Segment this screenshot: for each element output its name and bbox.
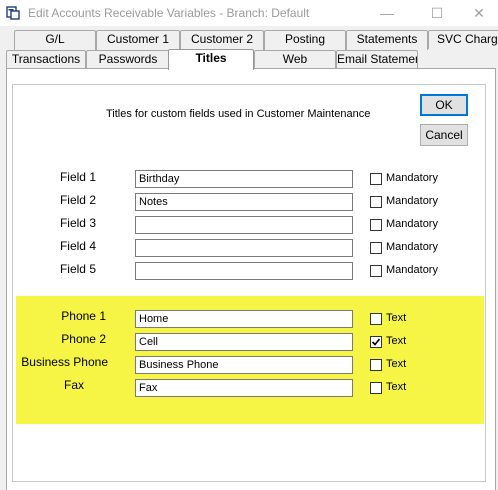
phone-1-text-checkbox[interactable]	[370, 313, 382, 325]
fax-label: Fax	[63, 378, 84, 392]
field-1-mandatory-checkbox[interactable]	[370, 173, 382, 185]
cancel-button[interactable]: Cancel	[420, 124, 468, 146]
field-4-mandatory-label: Mandatory	[386, 241, 438, 253]
business-phone-text-checkbox[interactable]	[370, 359, 382, 371]
field-4-label: Field 4	[59, 239, 96, 253]
field-5-mandatory-label: Mandatory	[386, 264, 438, 276]
field-3-input[interactable]	[135, 216, 353, 234]
phone-1-text-label: Text	[386, 312, 407, 324]
phone-1-label: Phone 1	[61, 309, 106, 323]
window-title: Edit Accounts Receivable Variables - Bra…	[28, 6, 310, 20]
fax-text-checkbox[interactable]	[370, 382, 382, 394]
phone-2-text-checkbox[interactable]	[370, 336, 382, 348]
tab-gl[interactable]: G/L	[14, 30, 96, 50]
field-3-mandatory-checkbox[interactable]	[370, 219, 382, 231]
field-2-mandatory-checkbox[interactable]	[370, 196, 382, 208]
field-1-label: Field 1	[59, 170, 96, 184]
field-3-label: Field 3	[59, 216, 96, 230]
ok-button[interactable]: OK	[420, 94, 468, 116]
tab-customer-2[interactable]: Customer 2	[180, 30, 264, 50]
tab-email-statement[interactable]: Email Statement	[336, 50, 418, 69]
fax-input[interactable]: Fax	[135, 379, 353, 397]
field-2-input[interactable]: Notes	[135, 193, 353, 211]
field-1-mandatory-label: Mandatory	[386, 172, 438, 184]
tab-titles[interactable]: Titles	[168, 49, 254, 70]
phone-2-text-label: Text	[386, 335, 407, 347]
field-2-mandatory-label: Mandatory	[386, 195, 438, 207]
checkmark-icon	[371, 338, 381, 346]
business-phone-text-label: Text	[386, 358, 407, 370]
title-bar: Edit Accounts Receivable Variables - Bra…	[0, 0, 498, 26]
tab-web[interactable]: Web	[254, 50, 336, 69]
field-4-input[interactable]	[135, 239, 353, 257]
tab-statements[interactable]: Statements	[346, 30, 428, 50]
business-phone-label: Business Phone	[21, 355, 108, 369]
tab-posting[interactable]: Posting	[264, 30, 346, 50]
field-2-label: Field 2	[59, 193, 96, 207]
tab-svc-charge[interactable]: SVC Charge	[428, 30, 498, 49]
business-phone-input[interactable]: Business Phone	[135, 356, 353, 374]
field-3-mandatory-label: Mandatory	[386, 218, 438, 230]
maximize-button[interactable]: ☐	[414, 0, 460, 26]
minimize-button[interactable]: —	[364, 0, 410, 26]
phone-1-input[interactable]: Home	[135, 310, 353, 328]
field-5-label: Field 5	[59, 262, 96, 276]
tab-transactions[interactable]: Transactions	[6, 50, 86, 69]
tab-customer-1[interactable]: Customer 1	[96, 30, 180, 50]
close-button[interactable]: ✕	[456, 0, 498, 26]
phone-2-label: Phone 2	[61, 332, 106, 346]
field-5-mandatory-checkbox[interactable]	[370, 265, 382, 277]
fax-text-label: Text	[386, 381, 407, 393]
tab-passwords[interactable]: Passwords	[86, 50, 170, 69]
phone-2-input[interactable]: Cell	[135, 333, 353, 351]
app-icon	[6, 6, 20, 20]
section-caption: Titles for custom fields used in Custome…	[106, 108, 371, 120]
field-5-input[interactable]	[135, 262, 353, 280]
field-1-input[interactable]: Birthday	[135, 170, 353, 188]
field-4-mandatory-checkbox[interactable]	[370, 242, 382, 254]
